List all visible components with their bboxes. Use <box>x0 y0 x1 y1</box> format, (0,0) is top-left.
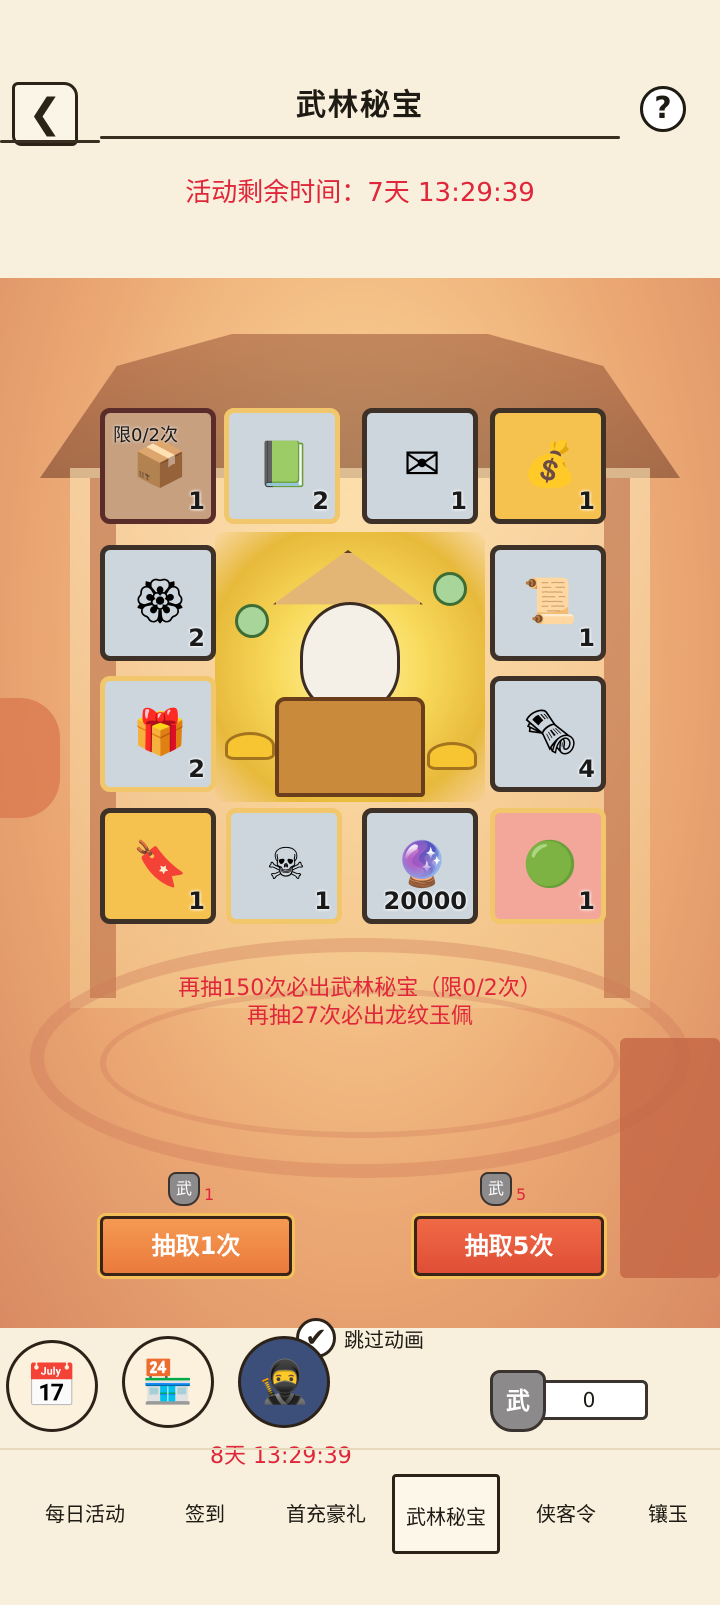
reward-cell-red-box[interactable]: 🎁 2 <box>100 676 216 792</box>
reward-cell-jade-tag[interactable]: 🔖 1 <box>100 808 216 924</box>
silver-scroll-icon: 🗞 <box>522 707 578 758</box>
screen: { "header": { "title": "武林秘宝", "back_ico… <box>0 0 720 1605</box>
reward-cell-poison-flag[interactable]: ☠ 1 <box>226 808 342 924</box>
wu-token-icon: 武 <box>168 1172 200 1206</box>
draw-five-cost: 武 5 <box>480 1172 526 1206</box>
wu-token-icon: 武 <box>490 1370 546 1432</box>
tab-daily-activity[interactable]: 每日活动 <box>20 1474 150 1554</box>
header-divider-left <box>0 140 100 143</box>
red-box-icon: 🎁 <box>132 707 188 758</box>
skip-animation-label: 跳过动画 <box>344 1327 424 1352</box>
jade-coin-right <box>433 572 467 606</box>
reward-cell-gold-token[interactable]: 🏵 2 <box>100 545 216 661</box>
poison-flag-icon: ☠ <box>266 838 306 890</box>
side-character <box>0 698 60 818</box>
reward-cell-energy-orb[interactable]: 🔮 20000 <box>362 808 478 924</box>
draw-one-cost: 武 1 <box>168 1172 214 1206</box>
tab-first-recharge[interactable]: 首充豪礼 <box>264 1474 388 1554</box>
event-remaining-time: 活动剩余时间：7天 13:29:39 <box>185 178 535 208</box>
gold-token-icon: 🏵 <box>132 576 188 627</box>
reward-cell-jade-pendant[interactable]: 🟢 1 <box>490 808 606 924</box>
draw-one-cost-value: 1 <box>204 1184 215 1204</box>
reward-count: 2 <box>188 755 205 783</box>
wu-token-icon: 武 <box>480 1172 512 1206</box>
tab-wulin-treasure[interactable]: 武林秘宝 <box>392 1474 500 1554</box>
reward-cell-hire-ticket[interactable]: 📜 1 <box>490 545 606 661</box>
calendar-icon[interactable]: 📅 <box>6 1340 98 1432</box>
hire-ticket-icon: 📜 <box>522 576 578 627</box>
wu-token-count: 0 <box>530 1380 648 1420</box>
activity-tab-bar: 每日活动 签到 首充豪礼 武林秘宝 侠客令 镶玉 <box>0 1474 720 1554</box>
draw-five-button[interactable]: 抽取5次 <box>414 1216 604 1276</box>
header-divider <box>100 136 620 139</box>
reward-count: 1 <box>188 887 205 915</box>
reward-count: 20000 <box>383 887 468 915</box>
reward-cell-gold-bell-manual[interactable]: 📗 2 <box>224 408 340 524</box>
reward-count: 1 <box>188 487 205 515</box>
hero-event-countdown: 8天 13:29:39 <box>210 1444 352 1469</box>
tabbar-divider <box>0 1448 720 1450</box>
reward-count: 1 <box>450 487 467 515</box>
tab-jade-inlay[interactable]: 镶玉 <box>628 1474 708 1554</box>
shop-icon[interactable]: 🏪 <box>122 1336 214 1428</box>
reward-count: 2 <box>312 487 329 515</box>
reward-cell-money-bag[interactable]: 💰 1 <box>490 408 606 524</box>
reward-count: 1 <box>314 887 331 915</box>
help-button[interactable]: ? <box>640 86 686 132</box>
gold-ingot <box>427 742 477 770</box>
reward-cell-treasure-chest[interactable]: 📦 限0/2次 1 <box>100 408 216 524</box>
jade-pendant-icon: 🟢 <box>522 839 578 890</box>
stage-pillar-base <box>620 1038 720 1278</box>
draw-one-button[interactable]: 抽取1次 <box>100 1216 292 1276</box>
reward-count: 2 <box>188 624 205 652</box>
reward-count: 1 <box>578 487 595 515</box>
draw-five-cost-value: 5 <box>516 1184 527 1204</box>
center-panda-treasure-art <box>215 532 485 802</box>
reward-count: 1 <box>578 887 595 915</box>
gold-bell-manual-icon: 📗 <box>256 439 312 490</box>
reward-count: 1 <box>578 624 595 652</box>
tab-xiake-order[interactable]: 侠客令 <box>506 1474 626 1554</box>
reward-cell-silver-scroll[interactable]: 🗞 4 <box>490 676 606 792</box>
page-title: 武林秘宝 <box>296 88 424 123</box>
pearl-letter-icon: ✉ <box>403 438 441 490</box>
temple-pillar <box>604 478 630 998</box>
gold-ingot <box>225 732 275 760</box>
panda-character <box>300 602 400 712</box>
money-bag-icon: 💰 <box>522 439 578 490</box>
gold-treasure-chest <box>275 697 425 797</box>
tab-sign-in[interactable]: 签到 <box>150 1474 260 1554</box>
wu-token-balance: 武 0 <box>490 1370 658 1432</box>
pity-hint-line-2: 再抽27次必出龙纹玉佩 <box>247 1004 473 1029</box>
reward-limit-label: 限0/2次 <box>113 425 178 446</box>
jade-coin-left <box>235 604 269 638</box>
top-bar: ❮ 武林秘宝 ? <box>0 0 720 148</box>
hero-portrait-icon[interactable]: 🥷 <box>238 1336 330 1428</box>
reward-count: 4 <box>578 755 595 783</box>
jade-tag-icon: 🔖 <box>132 839 188 890</box>
reward-cell-pearl-letter[interactable]: ✉ 1 <box>362 408 478 524</box>
